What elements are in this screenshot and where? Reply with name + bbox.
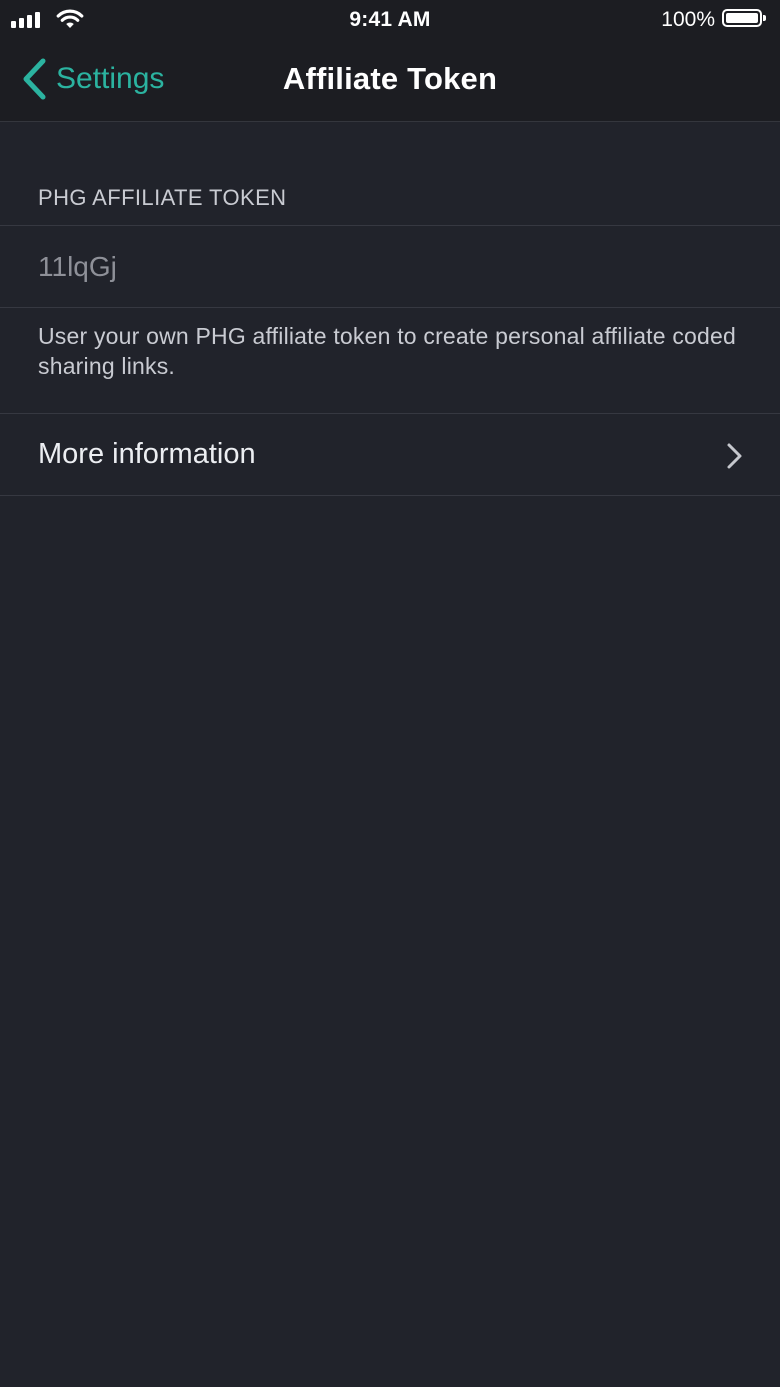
more-information-row[interactable]: More information (0, 413, 780, 496)
token-row (0, 225, 780, 308)
affiliate-token-input[interactable] (38, 248, 738, 286)
chevron-right-icon (727, 443, 742, 469)
navigation-bar: 9:41 AM 100% Settings Affiliate Token (0, 0, 780, 122)
battery-icon (722, 9, 766, 27)
section-header: PHG AFFILIATE TOKEN (38, 185, 287, 210)
more-information-label: More information (38, 438, 256, 470)
page-title: Affiliate Token (282, 61, 498, 96)
status-bar: 9:41 AM 100% (0, 0, 780, 40)
section-footer: User your own PHG affiliate token to cre… (38, 323, 737, 379)
battery-percentage: 100% (661, 8, 715, 31)
